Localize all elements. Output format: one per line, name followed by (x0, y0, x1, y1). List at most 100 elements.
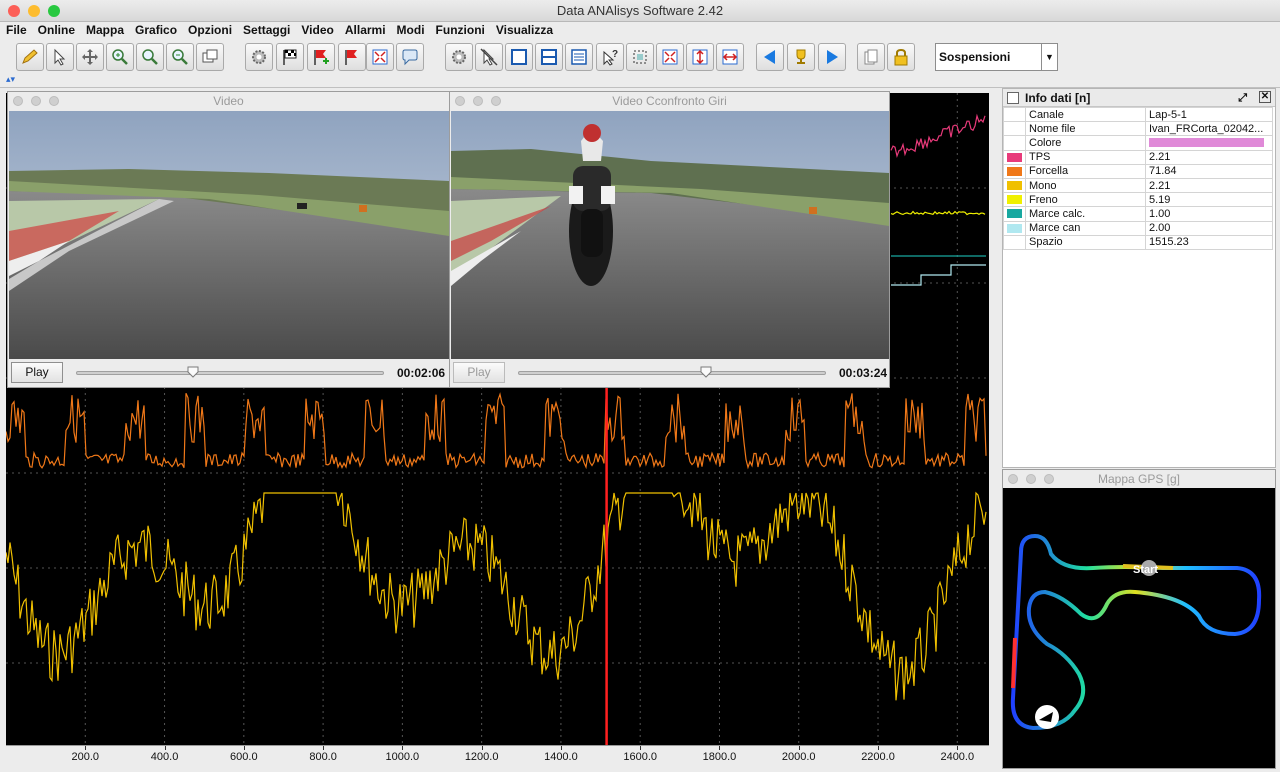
zoom-out-icon[interactable] (166, 43, 194, 71)
no-pointer-icon[interactable] (475, 43, 503, 71)
menu-opzioni[interactable]: Opzioni (188, 22, 232, 40)
video-slider-knob[interactable] (187, 366, 199, 378)
video-frame (9, 111, 449, 359)
info-label: Freno (1025, 192, 1146, 208)
x-tick-label: 1400.0 (544, 751, 578, 763)
pencil-icon[interactable] (16, 43, 44, 71)
menu-grafico[interactable]: Grafico (135, 22, 177, 40)
close-window-icon[interactable] (8, 5, 20, 17)
chat-icon[interactable] (396, 43, 424, 71)
info-color-cell (1003, 177, 1026, 194)
menu-mappa[interactable]: Mappa (86, 22, 124, 40)
chevron-down-icon[interactable]: ▼ (1041, 44, 1057, 70)
checkered-flag-icon[interactable] (276, 43, 304, 71)
maximize-icon[interactable] (49, 96, 59, 106)
video-title: Video (213, 94, 244, 108)
play-button[interactable]: Play (11, 362, 63, 383)
move-icon[interactable] (76, 43, 104, 71)
menu-allarmi[interactable]: Allarmi (345, 22, 386, 40)
info-value: 2.21 (1145, 177, 1273, 194)
info-color-cell (1003, 206, 1026, 222)
close-icon[interactable] (1008, 474, 1018, 484)
info-row[interactable]: Forcella 71.84 (1003, 163, 1273, 179)
info-panel: Info dati [n] ⤢ ✕ Canale Lap-5-1 Nome file… (1002, 88, 1276, 468)
horizontal-expand-icon[interactable] (716, 43, 744, 71)
x-tick-mark (719, 746, 721, 750)
layout-single-icon[interactable] (505, 43, 533, 71)
info-value: 2.00 (1145, 220, 1273, 236)
info-color-cell (1003, 121, 1026, 137)
info-color-cell (1003, 106, 1026, 123)
pointer-icon[interactable] (46, 43, 74, 71)
minimize-window-icon[interactable] (28, 5, 40, 17)
trophy-icon[interactable] (787, 43, 815, 71)
compare-video-titlebar: Video Cconfronto Giri (450, 92, 889, 110)
prev-icon[interactable] (756, 43, 784, 71)
collapse-arrow-icon[interactable]: ▴▾ (6, 74, 15, 85)
video-controls: Play 00:02:06 (8, 359, 449, 387)
menu-file[interactable]: File (6, 22, 27, 40)
zoom-icon[interactable] (136, 43, 164, 71)
menu-online[interactable]: Online (38, 22, 75, 40)
info-color-cell (1003, 135, 1026, 151)
window-icon[interactable] (196, 43, 224, 71)
menu-visualizza[interactable]: Visualizza (496, 22, 553, 40)
video-window: Video Play 00:02:06 (7, 91, 450, 388)
zoom-in-icon[interactable] (106, 43, 134, 71)
minimize-icon[interactable] (1026, 474, 1036, 484)
menu-modi[interactable]: Modi (397, 22, 425, 40)
x-tick-mark (402, 746, 404, 750)
info-row[interactable]: Nome file Ivan_FRCorta_02042... (1003, 121, 1273, 137)
info-row[interactable]: Marce can 2.00 (1003, 220, 1273, 236)
help-pointer-icon[interactable]: ? (596, 43, 624, 71)
marce-can-series-line (891, 264, 986, 286)
video-slider[interactable] (76, 371, 384, 375)
x-tick-label: 2000.0 (781, 751, 816, 763)
maximize-icon[interactable] (1044, 474, 1054, 484)
freno-series-line (890, 210, 986, 216)
maximize-icon[interactable] (491, 96, 501, 106)
info-row[interactable]: Spazio 1515.23 (1003, 234, 1273, 250)
info-row[interactable]: TPS 2.21 (1003, 149, 1273, 165)
series-color-swatch (1007, 209, 1022, 219)
expand-icon[interactable] (656, 43, 684, 71)
info-row[interactable]: Mono 2.21 (1003, 177, 1273, 194)
layout-split-icon[interactable] (535, 43, 563, 71)
vertical-expand-icon[interactable] (686, 43, 714, 71)
lock-icon[interactable] (887, 43, 915, 71)
compare-video-slider-knob[interactable] (700, 366, 712, 378)
list-icon[interactable] (565, 43, 593, 71)
maximize-window-icon[interactable] (48, 5, 60, 17)
select-icon[interactable] (626, 43, 654, 71)
info-value: 2.21 (1145, 149, 1273, 165)
minimize-icon[interactable] (473, 96, 483, 106)
info-row[interactable]: Marce calc. 1.00 (1003, 206, 1273, 222)
restore-icon[interactable]: ⤢ (1238, 89, 1247, 107)
compare-play-button[interactable]: Play (453, 362, 505, 383)
info-label: Forcella (1025, 163, 1146, 179)
gps-track-map[interactable]: Start (1003, 488, 1275, 768)
preset-select[interactable]: Sospensioni ▼ (935, 43, 1058, 71)
info-row[interactable]: Canale Lap-5-1 (1003, 106, 1273, 123)
compare-video-slider[interactable] (518, 371, 826, 375)
close-icon[interactable] (455, 96, 465, 106)
menu-video[interactable]: Video (301, 22, 333, 40)
menu-settaggi[interactable]: Settaggi (243, 22, 290, 40)
info-row[interactable]: Freno 5.19 (1003, 192, 1273, 208)
copy-icon[interactable] (857, 43, 885, 71)
minimize-icon[interactable] (31, 96, 41, 106)
close-icon[interactable] (13, 96, 23, 106)
info-value (1145, 135, 1273, 151)
x-tick-label: 1200.0 (464, 751, 499, 763)
series-color-swatch (1007, 152, 1022, 162)
close-icon[interactable]: ✕ (1259, 91, 1271, 103)
flag-add-icon[interactable] (307, 43, 335, 71)
info-row[interactable]: Colore (1003, 135, 1273, 151)
menu-funzioni[interactable]: Funzioni (436, 22, 485, 40)
fit-icon[interactable] (366, 43, 394, 71)
gear-icon[interactable] (245, 43, 273, 71)
next-icon[interactable] (818, 43, 846, 71)
flag-icon[interactable] (338, 43, 366, 71)
settings-icon[interactable] (445, 43, 473, 71)
compare-video-frame (451, 111, 889, 359)
